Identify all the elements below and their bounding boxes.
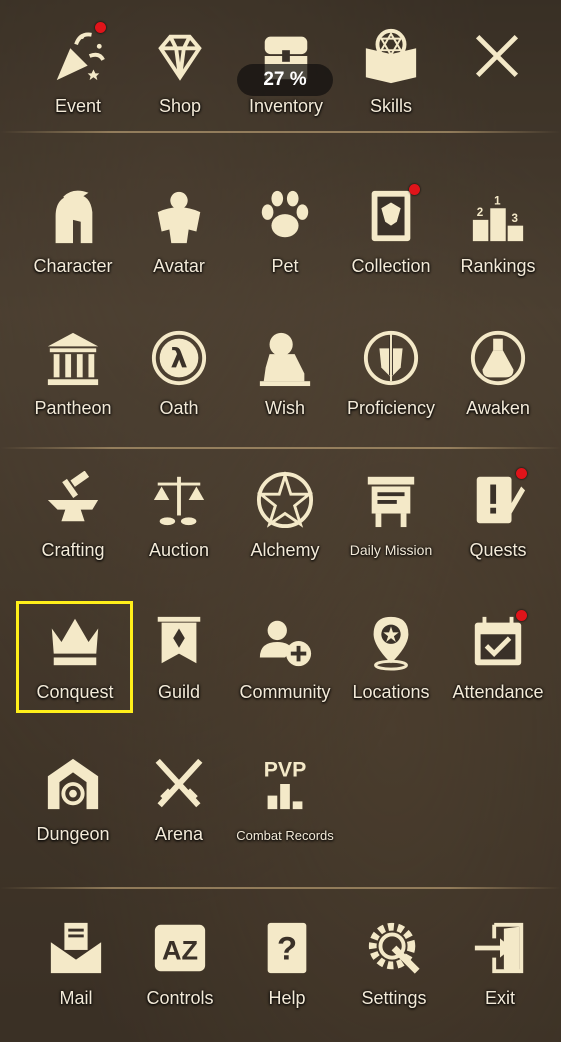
close-icon — [467, 26, 527, 86]
menu-item-crafting[interactable]: Crafting — [20, 462, 126, 572]
question-book-icon: ? — [257, 918, 317, 978]
notification-dot — [95, 22, 106, 33]
bottom-bar: Mail AZ Controls ? Help Settings Exit — [0, 910, 561, 1020]
close-button[interactable] — [444, 18, 550, 128]
menu-row: Character Avatar Pet Collection 213 Rank… — [0, 178, 561, 288]
menu-item-quests[interactable]: Quests — [445, 462, 551, 572]
menu-item-exit[interactable]: Exit — [447, 910, 553, 1020]
menu-item-controls[interactable]: AZ Controls — [127, 910, 233, 1020]
menu-item-avatar[interactable]: Avatar — [126, 178, 232, 288]
menu-item-combat-records[interactable]: PVP Combat Records — [232, 746, 338, 856]
spellbook-icon — [361, 26, 421, 86]
menu-item-label: Exit — [484, 988, 515, 1008]
menu-item-community[interactable]: Community — [232, 604, 338, 714]
menu-item-help[interactable]: ? Help — [234, 910, 340, 1020]
menu-item-daily-mission[interactable]: Daily Mission — [338, 462, 444, 572]
notification-dot — [516, 468, 527, 479]
svg-text:3: 3 — [512, 212, 519, 225]
sword-shield-icon — [361, 328, 421, 388]
menu-item-rankings[interactable]: 213 Rankings — [445, 178, 551, 288]
menu-item-proficiency[interactable]: Proficiency — [338, 320, 444, 430]
pvp-icon-text: PVP — [264, 757, 307, 781]
inventory-capacity-badge: 27 % — [237, 64, 333, 96]
menu-row: Pantheon λ Oath Wish Proficiency Awaken — [0, 320, 561, 430]
paw-icon — [255, 186, 315, 246]
menu-item-alchemy[interactable]: Alchemy — [232, 462, 338, 572]
svg-text:λ: λ — [170, 344, 187, 375]
controls-icon-text: AZ — [162, 936, 198, 966]
az-keys-icon: AZ — [150, 918, 210, 978]
card-book-icon — [361, 186, 421, 246]
gear-wrench-icon — [364, 918, 424, 978]
star-circle-icon — [255, 470, 315, 530]
svg-text:1: 1 — [494, 194, 501, 207]
divider — [0, 447, 561, 449]
party-popper-icon — [48, 26, 108, 86]
menu-item-pet[interactable]: Pet — [232, 178, 338, 288]
scales-icon — [149, 470, 209, 530]
portal-icon — [43, 754, 103, 814]
calendar-check-icon — [468, 612, 528, 672]
crossed-swords-icon — [149, 754, 209, 814]
add-friend-icon — [255, 612, 315, 672]
menu-item-locations[interactable]: Locations — [338, 604, 444, 714]
divider — [0, 887, 561, 889]
menu-item-pantheon[interactable]: Pantheon — [20, 320, 126, 430]
menu-item-shop[interactable]: Shop — [127, 18, 233, 128]
notification-dot — [516, 610, 527, 621]
divider — [0, 131, 561, 133]
notice-board-icon — [361, 470, 421, 530]
temple-icon — [43, 328, 103, 388]
menu-item-settings[interactable]: Settings — [341, 910, 447, 1020]
menu-item-label: Rankings — [460, 256, 536, 276]
map-pin-icon — [361, 612, 421, 672]
menu-row: Dungeon Arena PVP Combat Records — [0, 746, 561, 856]
spartan-helmet-icon — [43, 186, 103, 246]
envelope-icon — [46, 918, 106, 978]
menu-item-label: Attendance — [452, 682, 544, 702]
lambda-icon: λ — [149, 328, 209, 388]
menu-item-wish[interactable]: Wish — [232, 320, 338, 430]
menu-item-auction[interactable]: Auction — [126, 462, 232, 572]
exit-door-icon — [470, 918, 530, 978]
menu-item-guild[interactable]: Guild — [126, 604, 232, 714]
menu-item-awaken[interactable]: Awaken — [445, 320, 551, 430]
anvil-icon — [43, 470, 103, 530]
potion-icon — [468, 328, 528, 388]
banner-icon — [149, 612, 209, 672]
notification-dot — [409, 184, 420, 195]
svg-text:2: 2 — [477, 206, 483, 219]
help-icon-text: ? — [277, 930, 297, 967]
lion-statue-icon — [255, 328, 315, 388]
diamond-icon — [150, 26, 210, 86]
menu-item-mail[interactable]: Mail — [23, 910, 129, 1020]
menu-row: Crafting Auction Alchemy Daily Mission Q… — [0, 462, 561, 572]
podium-icon: 213 — [468, 186, 528, 246]
menu-item-label: Combat Records — [236, 828, 334, 843]
menu-item-dungeon[interactable]: Dungeon — [20, 746, 126, 856]
menu-item-collection[interactable]: Collection — [338, 178, 444, 288]
quest-scroll-icon — [468, 470, 528, 530]
menu-item-arena[interactable]: Arena — [126, 746, 232, 856]
menu-item-label: Quests — [469, 540, 527, 560]
menu-item-event[interactable]: Event — [25, 18, 131, 128]
conquest-highlight-box — [16, 601, 133, 713]
menu-item-label: Skills — [369, 96, 412, 116]
menu-item-oath[interactable]: λ Oath — [126, 320, 232, 430]
menu-item-character[interactable]: Character — [20, 178, 126, 288]
menu-item-skills[interactable]: Skills — [338, 18, 444, 128]
armor-icon — [149, 186, 209, 246]
pvp-chart-icon: PVP — [255, 754, 315, 814]
menu-item-label: Awaken — [466, 398, 530, 418]
menu-item-attendance[interactable]: Attendance — [445, 604, 551, 714]
